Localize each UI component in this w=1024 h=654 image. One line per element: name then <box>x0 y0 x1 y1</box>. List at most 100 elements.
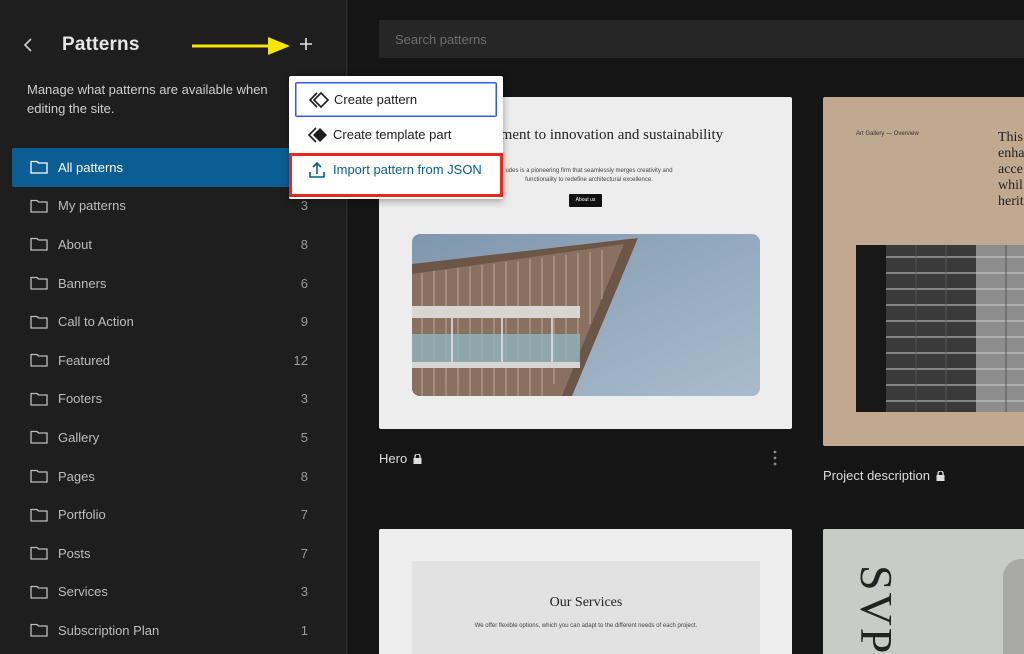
chevron-left-icon <box>23 38 32 52</box>
pattern-card-project-description[interactable]: Art Gallery — Overview This enha acce wh… <box>823 97 1024 446</box>
sidebar-item-gallery[interactable]: Gallery 5 <box>12 418 322 457</box>
project-text-line: This <box>998 130 1023 145</box>
sidebar-item-featured[interactable]: Featured 12 <box>12 341 322 380</box>
search-field[interactable] <box>379 20 1024 58</box>
sidebar-item-count: 9 <box>300 314 308 330</box>
import-pattern-menu-item[interactable]: Import pattern from JSON <box>295 152 497 187</box>
sidebar-item-label: Featured <box>58 352 111 368</box>
sidebar-item-label: All patterns <box>58 159 124 175</box>
hero-preview-button: About us <box>569 194 602 207</box>
sidebar-item-about[interactable]: About 8 <box>12 225 322 264</box>
pattern-title: Hero <box>379 451 408 466</box>
svp-preview-text: SVP <box>851 565 902 654</box>
sidebar-item-label: Call to Action <box>58 314 134 330</box>
project-text-line: whil <box>998 178 1023 193</box>
hero-preview-image <box>412 234 760 396</box>
menu-item-label: Import pattern from JSON <box>333 162 482 177</box>
create-pattern-menu-item[interactable]: Create pattern <box>295 82 497 117</box>
folder-icon <box>30 354 48 367</box>
sidebar-item-label: Portfolio <box>58 507 106 523</box>
sidebar-item-footers[interactable]: Footers 3 <box>12 380 322 419</box>
sidebar-item-posts[interactable]: Posts 7 <box>12 534 322 573</box>
services-preview-text: We offer flexible options, which you can… <box>474 623 698 629</box>
folder-icon <box>30 199 48 213</box>
sidebar-item-count: 1 <box>300 622 308 638</box>
services-preview: Our Services We offer flexible options, … <box>412 561 760 654</box>
sidebar-item-label: Subscription Plan <box>58 622 160 638</box>
more-options-button[interactable] <box>773 450 777 470</box>
menu-item-label: Create template part <box>333 127 452 142</box>
pattern-label-hero: Hero <box>379 451 422 466</box>
template-part-icon <box>307 126 327 143</box>
project-preview-kicker: Art Gallery — Overview <box>856 131 919 137</box>
pattern-card-svp[interactable]: SVP <box>823 529 1024 654</box>
sidebar-item-label: Footers <box>58 391 103 407</box>
folder-icon <box>30 469 48 483</box>
pattern-icon <box>308 91 330 108</box>
project-text-line: herit <box>998 194 1024 209</box>
sidebar-description: Manage what patterns are available when … <box>27 82 268 116</box>
folder-icon <box>30 431 48 445</box>
services-preview-heading: Our Services <box>549 595 623 610</box>
page-title: Patterns <box>62 34 140 55</box>
sidebar-item-count: 5 <box>300 429 308 445</box>
more-vertical-icon <box>773 450 777 466</box>
hero-preview-text: udes is a pioneering firm that seamlessl… <box>505 168 673 183</box>
folder-icon <box>30 315 48 329</box>
sidebar-item-count: 8 <box>300 468 308 484</box>
sidebar-item-label: Banners <box>58 275 107 291</box>
sidebar-item-portfolio[interactable]: Portfolio 7 <box>12 495 322 534</box>
folder-icon <box>30 392 48 406</box>
sidebar-item-label: My patterns <box>58 198 126 214</box>
pattern-label-project-description: Project description <box>823 468 945 483</box>
svp-preview-image <box>1003 559 1024 654</box>
sidebar-item-count: 3 <box>300 391 308 407</box>
folder-icon <box>30 161 48 174</box>
lock-icon <box>936 470 945 481</box>
tower-image <box>856 245 1024 412</box>
lock-icon <box>413 453 422 464</box>
sidebar-item-count: 7 <box>300 507 308 523</box>
sidebar-item-label: About <box>58 236 92 252</box>
sidebar-item-count: 7 <box>300 545 308 561</box>
folder-icon <box>30 547 48 560</box>
pattern-title: Project description <box>823 468 930 483</box>
sidebar-item-label: Services <box>58 584 108 600</box>
sidebar-item-label: Pages <box>58 468 95 484</box>
folder-icon <box>30 585 48 599</box>
sidebar-item-count: 12 <box>293 352 308 368</box>
plus-icon <box>300 38 312 50</box>
folder-icon <box>30 624 48 638</box>
search-input[interactable] <box>395 20 1024 58</box>
menu-item-label: Create pattern <box>334 92 418 107</box>
sidebar-item-all-patterns[interactable]: All patterns <box>12 148 322 187</box>
sidebar-header: Patterns <box>0 26 347 66</box>
sidebar-item-call-to-action[interactable]: Call to Action 9 <box>12 302 322 341</box>
sidebar-item-label: Posts <box>58 545 91 561</box>
sidebar-item-label: Gallery <box>58 429 100 445</box>
sidebar-item-pages[interactable]: Pages 8 <box>12 457 322 496</box>
project-text-line: enha <box>998 146 1024 161</box>
sidebar-item-count: 3 <box>300 584 308 600</box>
folder-icon <box>30 238 48 252</box>
project-preview-image <box>856 245 1024 412</box>
sidebar-item-count: 8 <box>300 236 308 252</box>
upload-icon <box>309 161 325 178</box>
sidebar-item-count: 3 <box>300 198 308 214</box>
app: Patterns Manage what patterns are availa… <box>0 0 1024 654</box>
back-button[interactable] <box>18 34 40 56</box>
create-template-part-menu-item[interactable]: Create template part <box>295 117 497 152</box>
project-preview-text: This enha acce whil herit <box>998 130 1024 210</box>
folder-icon <box>30 508 48 522</box>
building-image <box>412 234 760 396</box>
add-pattern-button[interactable] <box>294 32 318 56</box>
project-text-line: acce <box>998 162 1023 177</box>
annotation-arrow <box>192 37 290 55</box>
sidebar-item-services[interactable]: Services 3 <box>12 573 322 612</box>
add-pattern-menu: Create pattern Create template part Impo… <box>289 76 503 199</box>
sidebar-item-count: 6 <box>300 275 308 291</box>
sidebar-item-subscription-plan[interactable]: Subscription Plan 1 <box>12 611 322 650</box>
sidebar-item-my-patterns[interactable]: My patterns 3 <box>12 187 322 226</box>
sidebar-item-banners[interactable]: Banners 6 <box>12 264 322 303</box>
pattern-card-services[interactable]: Our Services We offer flexible options, … <box>379 529 792 654</box>
